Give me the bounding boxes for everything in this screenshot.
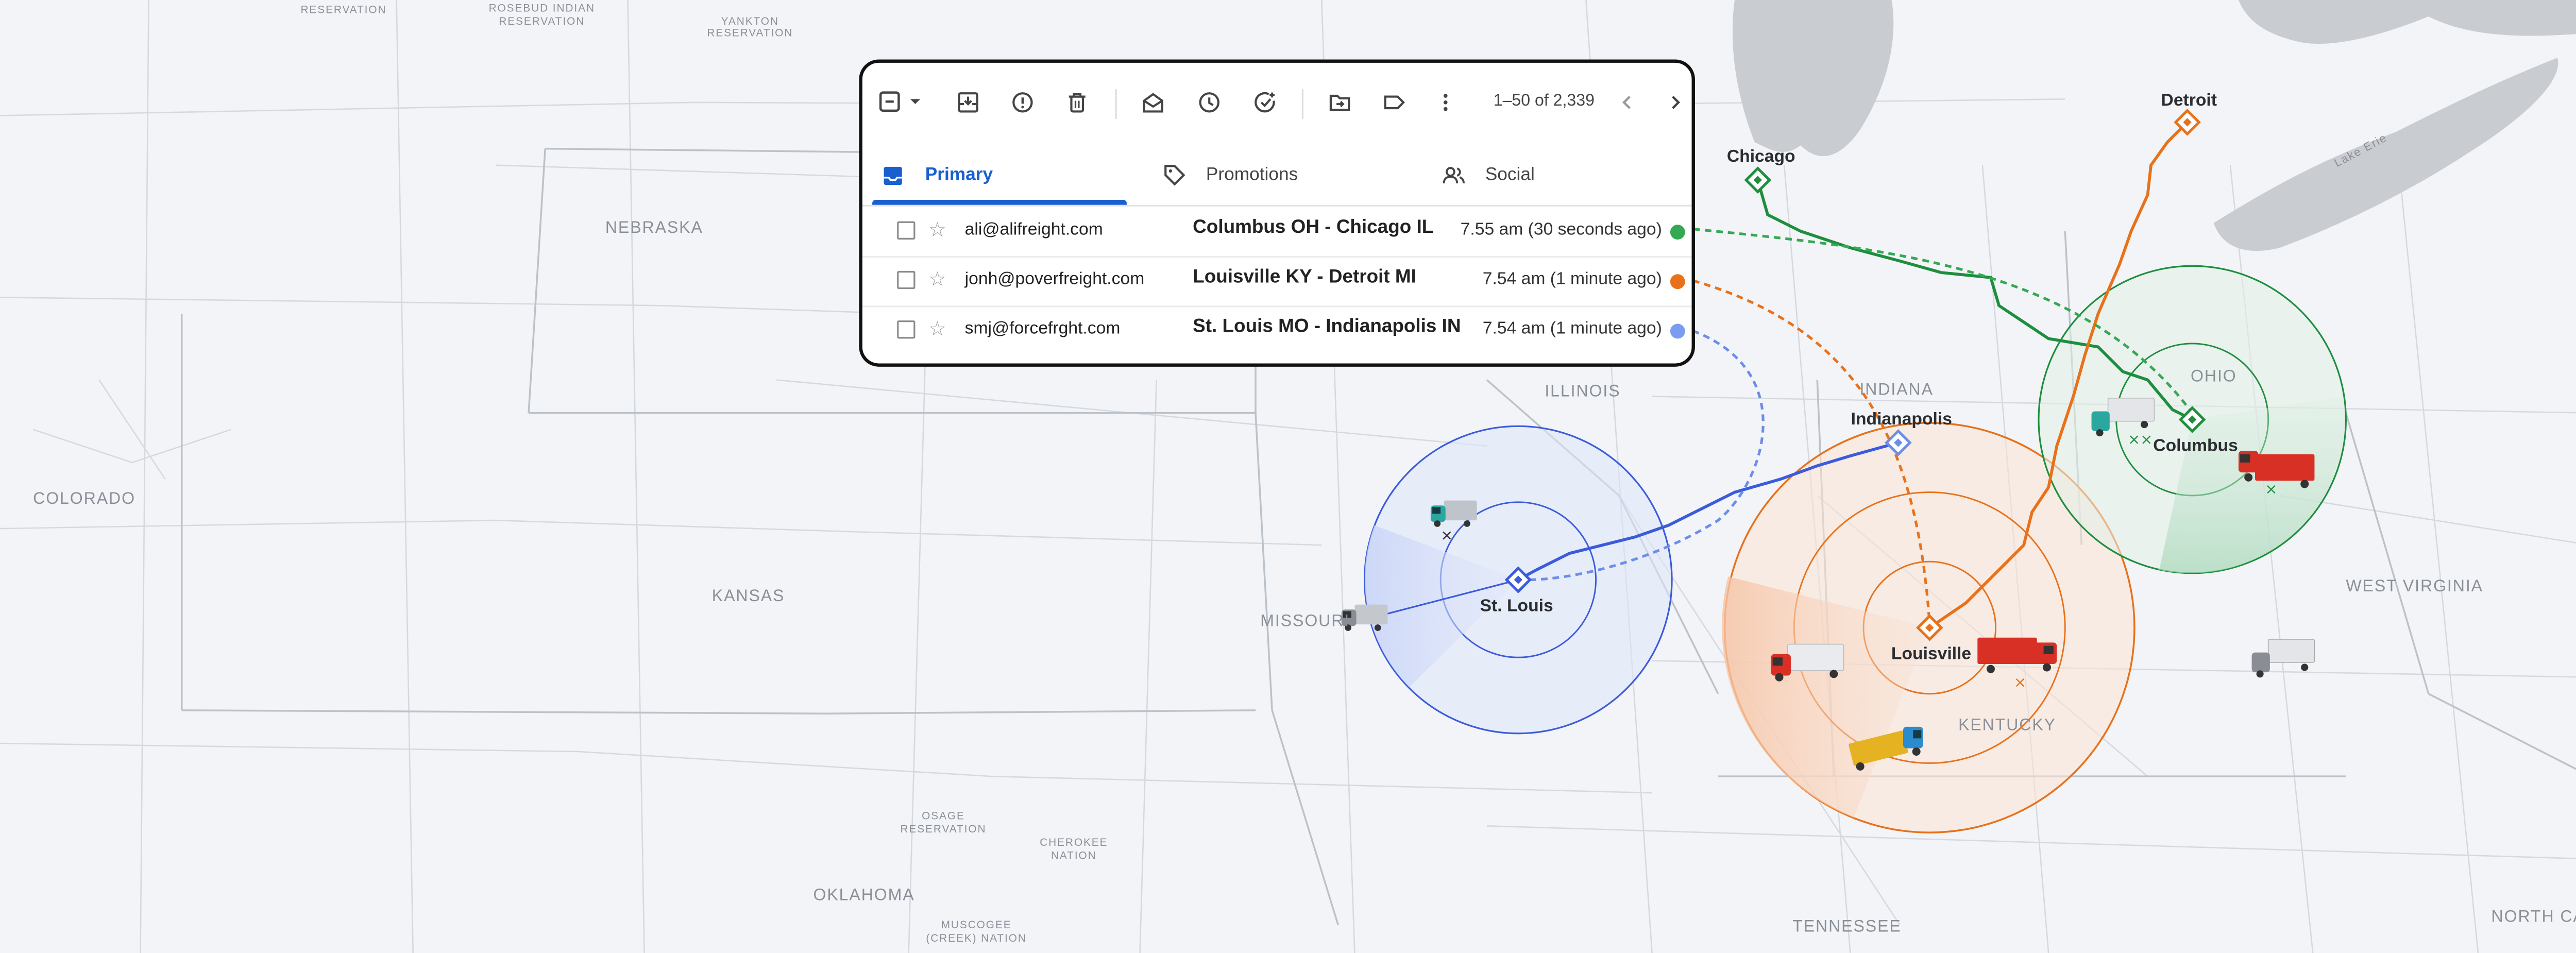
city-label-st-louis: St. Louis — [1480, 596, 1553, 615]
report-spam-icon — [1012, 92, 1033, 113]
map-label: OSAGE — [922, 810, 965, 822]
message-subject: Columbus OH - Chicago IL — [1193, 218, 1434, 238]
tab-primary[interactable]: Primary — [882, 145, 993, 205]
state-label: MISSOURI — [1260, 611, 1350, 629]
state-label: KENTUCKY — [1958, 715, 2056, 734]
chevron-left-icon — [1622, 95, 1631, 109]
message-subject: Louisville KY - Detroit MI — [1193, 267, 1416, 287]
message-time: 7.54 am (1 minute ago) — [1482, 269, 1662, 290]
state-label: ILLINOIS — [1545, 382, 1620, 400]
tab-label: Social — [1485, 165, 1535, 185]
clock-icon — [1199, 92, 1219, 113]
select-checkbox-icon — [879, 91, 921, 112]
message-sender: ali@alifreight.com — [964, 219, 1103, 240]
delete-button[interactable] — [1061, 86, 1094, 119]
labels-button[interactable] — [1378, 86, 1411, 119]
archive-icon — [958, 92, 978, 113]
next-page-button[interactable] — [1658, 86, 1691, 119]
trash-icon — [1069, 93, 1086, 113]
prev-page-button[interactable] — [1611, 86, 1643, 119]
message-row[interactable]: ☆ smj@forcefrght.com St. Louis MO - Indi… — [862, 305, 1692, 355]
state-label: TENNESSEE — [1792, 917, 1901, 935]
add-task-icon — [1255, 92, 1275, 113]
map-label: RESERVATION — [300, 4, 386, 16]
state-label: WEST VIRGINIA — [2346, 576, 2483, 595]
city-label-louisville: Louisville — [1891, 644, 1971, 663]
active-tab-indicator — [872, 199, 1127, 205]
inbox-toolbar: 1–50 of 2,339 — [862, 63, 1692, 145]
map-label: CHEROKEE — [1040, 837, 1108, 848]
state-label: KANSAS — [712, 586, 785, 605]
map-label: ROSEBUD INDIAN — [489, 2, 595, 14]
star-icon[interactable]: ☆ — [928, 218, 946, 241]
tab-social[interactable]: Social — [1442, 145, 1535, 205]
inbox-tabs: Primary Promotions Social — [862, 145, 1692, 207]
map-label: RESERVATION — [707, 27, 793, 39]
map-label: RESERVATION — [499, 15, 585, 27]
mark-as-read-button[interactable] — [1137, 86, 1170, 119]
toolbar-divider — [1115, 89, 1117, 119]
inbox-icon — [884, 166, 902, 184]
message-subject: St. Louis MO - Indianapolis IN — [1193, 317, 1461, 337]
state-label: NORTH CAROLINA — [2492, 907, 2576, 925]
svg-text:×: × — [1440, 526, 1453, 544]
more-options-button[interactable] — [1429, 86, 1462, 119]
label-icon — [1384, 95, 1405, 110]
message-sender: smj@forcefrght.com — [964, 318, 1121, 339]
more-vert-icon — [1443, 94, 1448, 111]
svg-text:××: ×× — [2128, 431, 2153, 448]
state-label: OKLAHOMA — [814, 886, 915, 904]
svg-text:×: × — [2014, 673, 2026, 691]
state-label: NEBRASKA — [605, 218, 703, 236]
tab-promotions[interactable]: Promotions — [1163, 145, 1298, 205]
select-checkbox-dropdown[interactable] — [877, 86, 927, 119]
map-label: (CREEK) NATION — [926, 932, 1027, 944]
status-dot — [1670, 324, 1685, 339]
message-time: 7.55 am (30 seconds ago) — [1460, 219, 1662, 240]
state-label: INDIANA — [1859, 380, 1933, 398]
inbox-panel: 1–50 of 2,339 Primary Promotions Social — [859, 59, 1695, 367]
row-checkbox[interactable] — [897, 221, 916, 240]
map-label: RESERVATION — [900, 823, 986, 835]
folder-move-icon — [1329, 94, 1350, 111]
archive-button[interactable] — [952, 86, 985, 119]
report-spam-button[interactable] — [1006, 86, 1039, 119]
map-stage: × × ×× × NEBRASKA KANSAS COLORADO OKLAHO… — [0, 0, 2576, 953]
message-row[interactable]: ☆ ali@alifreight.com Columbus OH - Chica… — [862, 207, 1692, 258]
map-label: NATION — [1051, 849, 1097, 861]
envelope-open-icon — [1143, 93, 1163, 113]
star-icon[interactable]: ☆ — [928, 267, 946, 291]
tag-icon — [1164, 165, 1185, 186]
pagination-count: 1–50 of 2,339 — [1493, 92, 1595, 111]
status-dot — [1670, 274, 1685, 290]
city-label-detroit: Detroit — [2161, 91, 2217, 110]
status-dot — [1670, 225, 1685, 240]
city-label-chicago: Chicago — [1727, 147, 1795, 166]
snooze-button[interactable] — [1193, 86, 1226, 119]
svg-text:×: × — [2265, 480, 2277, 498]
star-icon[interactable]: ☆ — [928, 317, 946, 341]
toolbar-divider — [1301, 89, 1304, 119]
row-checkbox[interactable] — [897, 270, 916, 290]
chevron-right-icon — [1672, 95, 1681, 109]
message-sender: jonh@poverfreight.com — [964, 269, 1145, 290]
row-checkbox[interactable] — [897, 320, 916, 339]
map-label: MUSCOGEE — [941, 919, 1012, 931]
message-time: 7.54 am (1 minute ago) — [1482, 318, 1662, 339]
state-label: OHIO — [2191, 367, 2237, 385]
people-icon — [1443, 167, 1465, 184]
message-row[interactable]: ☆ jonh@poverfreight.com Louisville KY - … — [862, 256, 1692, 308]
city-label-indianapolis: Indianapolis — [1851, 410, 1952, 429]
add-to-tasks-button[interactable] — [1249, 86, 1282, 119]
map-label: YANKTON — [721, 15, 779, 27]
tab-label: Promotions — [1206, 165, 1298, 185]
move-to-button[interactable] — [1323, 86, 1356, 119]
state-label: COLORADO — [33, 489, 135, 507]
city-label-columbus: Columbus — [2153, 436, 2238, 455]
tab-label: Primary — [925, 165, 993, 185]
